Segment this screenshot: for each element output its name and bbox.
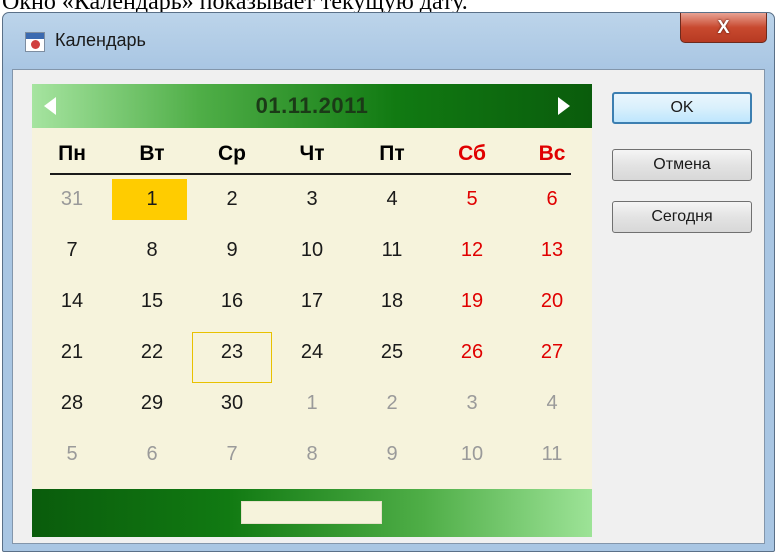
today-button[interactable]: Сегодня: [612, 201, 752, 233]
calendar-panel: 01.11.2011 Пн Вт Ср Чт Пт Сб Вс 31 1 2 3: [32, 84, 592, 537]
day-cell[interactable]: 13: [512, 226, 592, 277]
day-cell[interactable]: 31: [32, 175, 112, 226]
day-cell[interactable]: 3: [272, 175, 352, 226]
calendar-app-icon: [25, 32, 45, 52]
close-button[interactable]: X: [680, 13, 767, 43]
day-cell[interactable]: 3: [432, 379, 512, 430]
day-cell[interactable]: 15: [112, 277, 192, 328]
day-cell[interactable]: 16: [192, 277, 272, 328]
calendar-footer-bar: [32, 489, 592, 537]
month-nav-bar: 01.11.2011: [32, 84, 592, 128]
day-cell-selected[interactable]: 1: [112, 175, 192, 226]
day-cell[interactable]: 14: [32, 277, 112, 328]
day-cell[interactable]: 2: [192, 175, 272, 226]
day-cell[interactable]: 5: [432, 175, 512, 226]
day-cell[interactable]: 19: [432, 277, 512, 328]
weekday-fri: Пт: [379, 142, 405, 165]
day-cell[interactable]: 17: [272, 277, 352, 328]
weekday-tue: Вт: [139, 142, 165, 165]
day-cell-today[interactable]: 23: [192, 328, 272, 383]
day-cell[interactable]: 10: [272, 226, 352, 277]
day-cell[interactable]: 28: [32, 379, 112, 430]
day-cell[interactable]: 26: [432, 328, 512, 379]
day-cell[interactable]: 4: [512, 379, 592, 430]
ok-button[interactable]: OK: [612, 92, 752, 124]
day-cell[interactable]: 22: [112, 328, 192, 379]
title-bar[interactable]: Календарь X: [3, 13, 774, 69]
day-cell[interactable]: 29: [112, 379, 192, 430]
day-cell[interactable]: 25: [352, 328, 432, 379]
day-cell[interactable]: 20: [512, 277, 592, 328]
day-cell[interactable]: 4: [352, 175, 432, 226]
day-cell[interactable]: 5: [32, 430, 112, 481]
cancel-button[interactable]: Отмена: [612, 149, 752, 181]
month-header-date[interactable]: 01.11.2011: [32, 84, 592, 128]
day-cell[interactable]: 30: [192, 379, 272, 430]
day-cell[interactable]: 9: [352, 430, 432, 481]
day-cell[interactable]: 10: [432, 430, 512, 481]
day-cell[interactable]: 21: [32, 328, 112, 379]
day-cell[interactable]: 2: [352, 379, 432, 430]
day-cell[interactable]: 7: [192, 430, 272, 481]
day-cell[interactable]: 8: [272, 430, 352, 481]
weekday-sun: Вс: [538, 142, 566, 165]
day-cell[interactable]: 7: [32, 226, 112, 277]
day-cell[interactable]: 8: [112, 226, 192, 277]
weekday-mon: Пн: [58, 142, 86, 165]
weekday-sat: Сб: [458, 142, 486, 165]
weekday-thu: Чт: [299, 142, 325, 165]
day-cell[interactable]: 1: [272, 379, 352, 430]
next-month-arrow-icon[interactable]: [558, 97, 570, 115]
weekday-wed: Ср: [218, 142, 246, 165]
day-cell[interactable]: 6: [512, 175, 592, 226]
day-cell[interactable]: 12: [432, 226, 512, 277]
day-cell[interactable]: 18: [352, 277, 432, 328]
day-cell[interactable]: 11: [512, 430, 592, 481]
day-cell[interactable]: 6: [112, 430, 192, 481]
prev-month-arrow-icon[interactable]: [44, 97, 56, 115]
day-grid: 31 1 2 3 4 5 6 7 8 9 10 11 12 13 14 15 1…: [32, 175, 592, 481]
day-cell[interactable]: 27: [512, 328, 592, 379]
day-cell[interactable]: 24: [272, 328, 352, 379]
weekday-header-row: Пн Вт Ср Чт Пт Сб Вс: [32, 141, 592, 167]
day-cell[interactable]: 9: [192, 226, 272, 277]
window-title: Календарь: [55, 30, 146, 50]
calendar-window: Календарь X 01.11.2011 Пн Вт Ср Чт Пт Сб…: [2, 12, 775, 552]
footer-field[interactable]: [241, 501, 382, 524]
close-icon: X: [717, 17, 730, 37]
dialog-client-area: 01.11.2011 Пн Вт Ср Чт Пт Сб Вс 31 1 2 3: [12, 69, 765, 544]
day-cell[interactable]: 11: [352, 226, 432, 277]
